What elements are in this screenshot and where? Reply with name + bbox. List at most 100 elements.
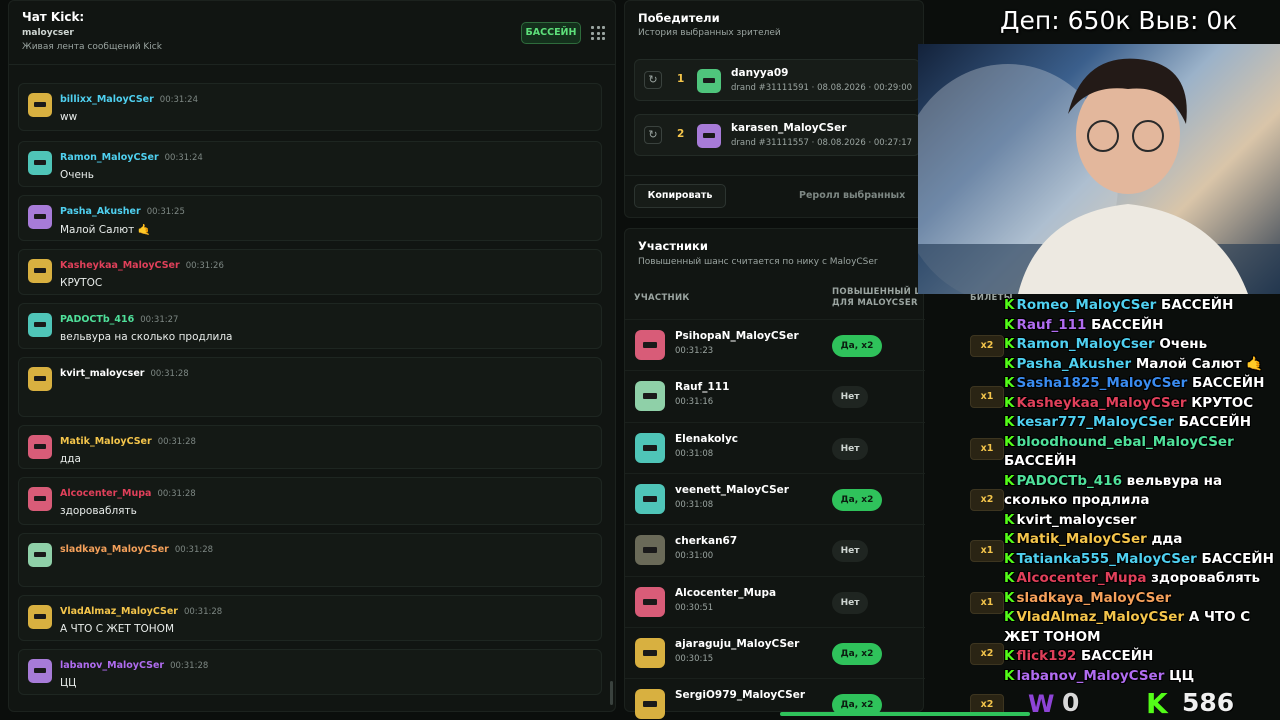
message-text: здороваблять: [60, 505, 137, 517]
overlay-message: дда: [1151, 531, 1183, 547]
chat-message[interactable]: billixx_MaloyCSer 00:31:24 ww: [18, 83, 602, 131]
overlay-username: bloodhound_ebal_MaloyCSer: [1016, 433, 1234, 450]
chat-message-list[interactable]: billixx_MaloyCSer 00:31:24 ww Ramon_Maloy…: [9, 65, 615, 711]
participant-name: ajaraguju_MaloyCSer: [675, 637, 800, 650]
participant-avatar: [635, 689, 665, 720]
kick-logo-icon: K: [1004, 550, 1015, 567]
message-username[interactable]: Pasha_Akusher 00:31:25: [60, 206, 185, 217]
chat-message[interactable]: sladkaya_MaloyCSer 00:31:28: [18, 533, 602, 587]
participant-row[interactable]: Elenakolyc 00:31:08 Нет x1: [625, 421, 1004, 473]
refresh-icon[interactable]: ↻: [644, 126, 662, 144]
overlay-message: БАССЕЙН: [1161, 297, 1234, 313]
message-username[interactable]: kvirt_maloycser 00:31:28: [60, 368, 189, 379]
chat-channel: maloycser: [22, 28, 74, 38]
winner-row[interactable]: ↻ 1 danyya09 drand #31111591 · 08.08.202…: [634, 59, 920, 101]
message-username[interactable]: Matik_MaloyCSer 00:31:28: [60, 436, 196, 447]
user-avatar: [28, 659, 52, 683]
winners-panel: Победители История выбранных зрителей ↻ …: [624, 0, 924, 218]
overlay-username: labanov_MaloyCSer: [1016, 667, 1165, 684]
w-counter: 0: [1062, 688, 1080, 717]
message-username[interactable]: PADOCTb_416 00:31:27: [60, 314, 178, 325]
ticket-count: x1: [970, 386, 1004, 409]
boost-badge: Нет: [832, 540, 868, 563]
boost-badge: Да, x2: [832, 642, 882, 665]
user-avatar: [28, 487, 52, 511]
k-counter: 586: [1182, 688, 1235, 717]
message-time: 00:31:25: [146, 207, 185, 217]
message-time: 00:31:28: [150, 369, 189, 379]
kick-logo-icon: K: [1004, 316, 1015, 333]
kick-logo-icon: K: [1004, 472, 1015, 489]
kick-logo-icon: K: [1146, 687, 1168, 720]
participant-row[interactable]: ajaraguju_MaloyCSer 00:30:15 Да, x2 x2: [625, 626, 1004, 678]
chat-message[interactable]: kvirt_maloycser 00:31:28: [18, 357, 602, 417]
kick-logo-icon: K: [1004, 511, 1015, 528]
kick-logo-icon: K: [1004, 570, 1015, 586]
message-username[interactable]: VladAlmaz_MaloyCSer 00:31:28: [60, 606, 222, 617]
chat-message[interactable]: labanov_MaloyCSer 00:31:28 ЦЦ: [18, 649, 602, 695]
overlay-username: Pasha_Akusher: [1016, 355, 1132, 372]
chat-message[interactable]: Matik_MaloyCSer 00:31:28 дда: [18, 425, 602, 469]
overlay-username: Kasheykaa_MaloyCSer: [1016, 394, 1187, 411]
kick-logo-icon: K: [1004, 394, 1015, 411]
progress-bar: [780, 712, 1030, 716]
chat-scrollbar[interactable]: [610, 681, 613, 705]
ticket-count: x2: [970, 335, 1004, 357]
grid-menu-icon[interactable]: [591, 26, 605, 40]
message-text: вельвура на сколько продлила: [60, 331, 233, 343]
overlay-username: Sasha1825_MaloyCSer: [1016, 375, 1188, 391]
user-avatar: [28, 93, 52, 117]
participants-subtitle: Повышенный шанс считается по нику с Malo…: [638, 257, 878, 267]
message-text: ЦЦ: [60, 677, 77, 689]
overlay-chat-line: K Alcocenter_Mupa здороваблять: [1004, 569, 1280, 589]
message-username[interactable]: Ramon_MaloyCSer 00:31:24: [60, 152, 203, 163]
chat-message[interactable]: VladAlmaz_MaloyCSer 00:31:28 А ЧТО С ЖЕТ …: [18, 595, 602, 641]
overlay-chat-line: Kflick192 БАССЕЙН: [1004, 647, 1280, 667]
pool-button[interactable]: БАССЕЙН: [521, 22, 581, 44]
message-time: 00:31:24: [159, 95, 198, 105]
participant-row[interactable]: veenett_MaloyCSer 00:31:08 Да, x2 x2: [625, 472, 1004, 524]
overlay-chat-line: Kkesar777_MaloyCSer БАССЕЙН: [1004, 413, 1280, 433]
winner-name: danyya09: [731, 67, 789, 79]
winner-avatar: [697, 124, 721, 148]
kick-logo-icon: K: [1004, 609, 1015, 625]
chat-message[interactable]: Ramon_MaloyCSer 00:31:24 Очень: [18, 141, 602, 187]
winner-row[interactable]: ↻ 2 karasen_MaloyCSer drand #31111557 · …: [634, 114, 920, 156]
participant-name: Rauf_111: [675, 381, 730, 394]
participant-time: 00:31:08: [675, 448, 714, 459]
kick-logo-icon: K: [1004, 648, 1015, 664]
ticket-count: x2: [970, 488, 1004, 511]
chat-message[interactable]: PADOCTb_416 00:31:27 вельвура на сколько …: [18, 303, 602, 349]
message-username[interactable]: Alcocenter_Mupa 00:31:28: [60, 488, 196, 499]
chat-message[interactable]: Kasheykaa_MaloyCSer 00:31:26 КРУТОС: [18, 249, 602, 295]
winner-name: karasen_MaloyCSer: [731, 122, 847, 134]
copy-button[interactable]: Копировать: [634, 184, 726, 208]
chat-title: Чат Kick:: [22, 10, 85, 24]
overlay-username: PADOCTb_416: [1016, 472, 1122, 489]
user-avatar: [28, 313, 52, 337]
winners-title: Победители: [638, 11, 720, 25]
reroll-selected-button[interactable]: Реролл выбранных: [799, 190, 905, 201]
participant-row[interactable]: Alcocenter_Mupa 00:30:51 Нет x1: [625, 575, 1004, 627]
message-username[interactable]: Kasheykaa_MaloyCSer 00:31:26: [60, 260, 224, 271]
message-time: 00:31:28: [183, 607, 223, 617]
participant-row[interactable]: PsihopaN_MaloyCSer 00:31:23 Да, x2 x2: [625, 319, 1004, 370]
overlay-chat: K Romeo_MaloyCSer БАССЕЙН K Rauf_111 БАССЕЙ…: [1004, 296, 1280, 688]
chat-message[interactable]: Alcocenter_Mupa 00:31:28 здороваблять: [18, 477, 602, 525]
chat-message[interactable]: Pasha_Akusher 00:31:25 Малой Салют 🤙: [18, 195, 602, 241]
message-username[interactable]: billixx_MaloyCSer 00:31:24: [60, 94, 198, 105]
message-time: 00:31:28: [157, 489, 196, 499]
overlay-chat-line: K Matik_MaloyCSer дда: [1004, 530, 1280, 550]
refresh-icon[interactable]: ↻: [644, 71, 662, 89]
overlay-username: Matik_MaloyCSer: [1016, 531, 1147, 547]
participant-row[interactable]: Rauf_111 00:31:16 Нет x1: [625, 370, 1004, 421]
overlay-chat-line: K Tatianka555_MaloyCSer БАССЕЙН: [1004, 550, 1280, 570]
message-username[interactable]: labanov_MaloyCSer 00:31:28: [60, 660, 208, 671]
message-username[interactable]: sladkaya_MaloyCSer 00:31:28: [60, 544, 213, 555]
boost-badge: Нет: [832, 437, 868, 460]
message-text: КРУТОС: [60, 277, 103, 289]
kick-logo-icon: K: [1004, 297, 1015, 313]
participant-row[interactable]: cherkan67 00:31:00 Нет x1: [625, 524, 1004, 575]
kick-logo-icon: K: [1004, 531, 1015, 547]
message-time: 00:31:28: [157, 437, 196, 447]
